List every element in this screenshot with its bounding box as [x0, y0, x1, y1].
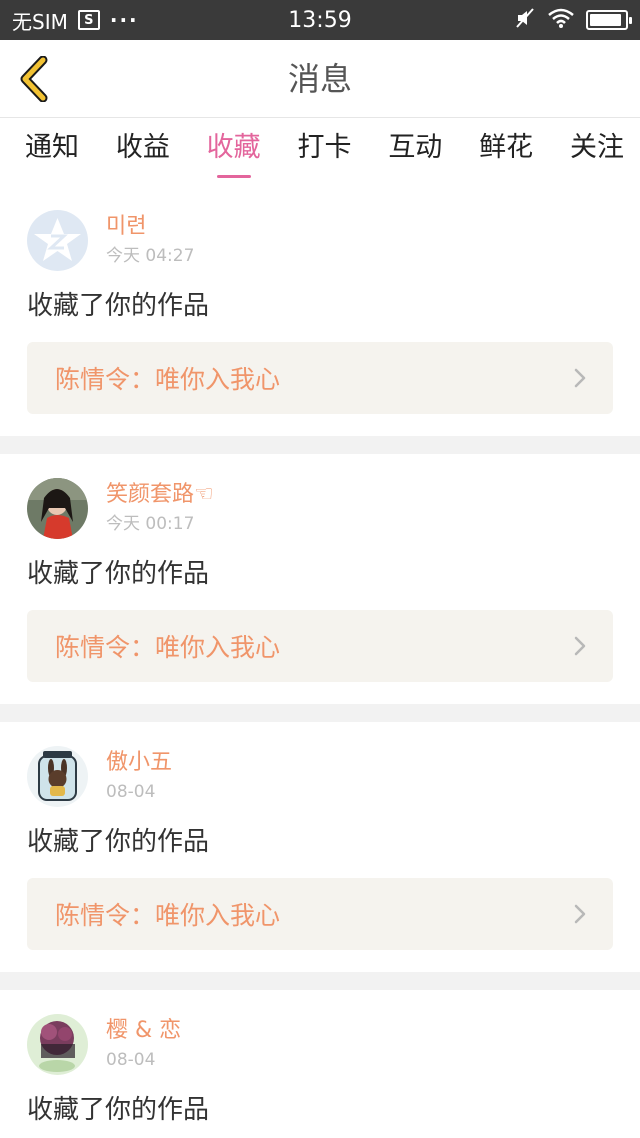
tab-follows[interactable]: 关注: [570, 118, 624, 186]
status-bar: 无SIM S ··· 13:59: [0, 0, 640, 40]
work-link[interactable]: 陈情令：唯你入我心: [27, 878, 613, 950]
chevron-left-icon: [20, 56, 48, 102]
battery-icon: [586, 10, 632, 30]
timestamp: 08-04: [106, 782, 156, 802]
tab-checkin[interactable]: 打卡: [297, 118, 351, 186]
tab-notifications[interactable]: 通知: [25, 118, 79, 186]
chevron-right-icon: [574, 904, 586, 924]
more-dots: ···: [109, 8, 139, 32]
work-link[interactable]: 陈情令：唯你入我心: [27, 342, 613, 414]
username[interactable]: 笑颜套路☜: [106, 482, 214, 508]
mute-icon: [514, 7, 536, 34]
message-card: 笑颜套路☜ 今天 00:17 收藏了你的作品 陈情令：唯你入我心: [0, 454, 640, 704]
tab-favorites[interactable]: 收藏: [207, 118, 261, 186]
tab-flowers[interactable]: 鲜花: [479, 118, 533, 186]
tab-bar: 通知 收益 收藏 打卡 互动 鲜花 关注: [0, 118, 640, 186]
chevron-right-icon: [574, 368, 586, 388]
message-feed: 미련 今天 04:27 收藏了你的作品 陈情令：唯你入我心 笑颜套路☜ 今天 0…: [0, 186, 640, 1138]
page-title: 消息: [287, 60, 352, 98]
action-text: 收藏了你的作品: [27, 1095, 210, 1125]
timestamp: 08-04: [106, 1050, 156, 1070]
carrier-label: 无SIM: [12, 9, 68, 34]
work-title: 陈情令：唯你入我心: [55, 901, 281, 930]
username[interactable]: 傲小五: [106, 750, 172, 776]
back-button[interactable]: [14, 54, 54, 104]
user-avatar[interactable]: [27, 746, 88, 807]
battery-level: [590, 14, 621, 26]
message-card: 미련 今天 04:27 收藏了你的作品 陈情令：唯你入我心: [0, 186, 640, 436]
timestamp: 今天 04:27: [106, 246, 195, 266]
work-title: 陈情令：唯你入我心: [55, 365, 281, 394]
work-title: 陈情令：唯你入我心: [55, 633, 281, 662]
app-header: 消息: [0, 40, 640, 118]
sim-icon: S: [77, 10, 100, 30]
default-avatar-icon[interactable]: [27, 210, 88, 271]
action-text: 收藏了你的作品: [27, 291, 210, 321]
chevron-right-icon: [574, 636, 586, 656]
username[interactable]: 미련: [106, 214, 194, 240]
message-card: 傲小五 08-04 收藏了你的作品 陈情令：唯你入我心: [0, 722, 640, 972]
wifi-icon: [548, 8, 574, 33]
work-link[interactable]: 陈情令：唯你入我心: [27, 610, 613, 682]
username[interactable]: 樱 & 恋: [106, 1018, 181, 1044]
user-avatar[interactable]: [27, 1014, 88, 1075]
tab-earnings[interactable]: 收益: [116, 118, 170, 186]
timestamp: 今天 00:17: [106, 514, 195, 534]
action-text: 收藏了你的作品: [27, 559, 210, 589]
message-card: 樱 & 恋 08-04 收藏了你的作品: [0, 990, 640, 1138]
user-avatar[interactable]: [27, 478, 88, 539]
tab-interactions[interactable]: 互动: [388, 118, 442, 186]
action-text: 收藏了你的作品: [27, 827, 210, 857]
